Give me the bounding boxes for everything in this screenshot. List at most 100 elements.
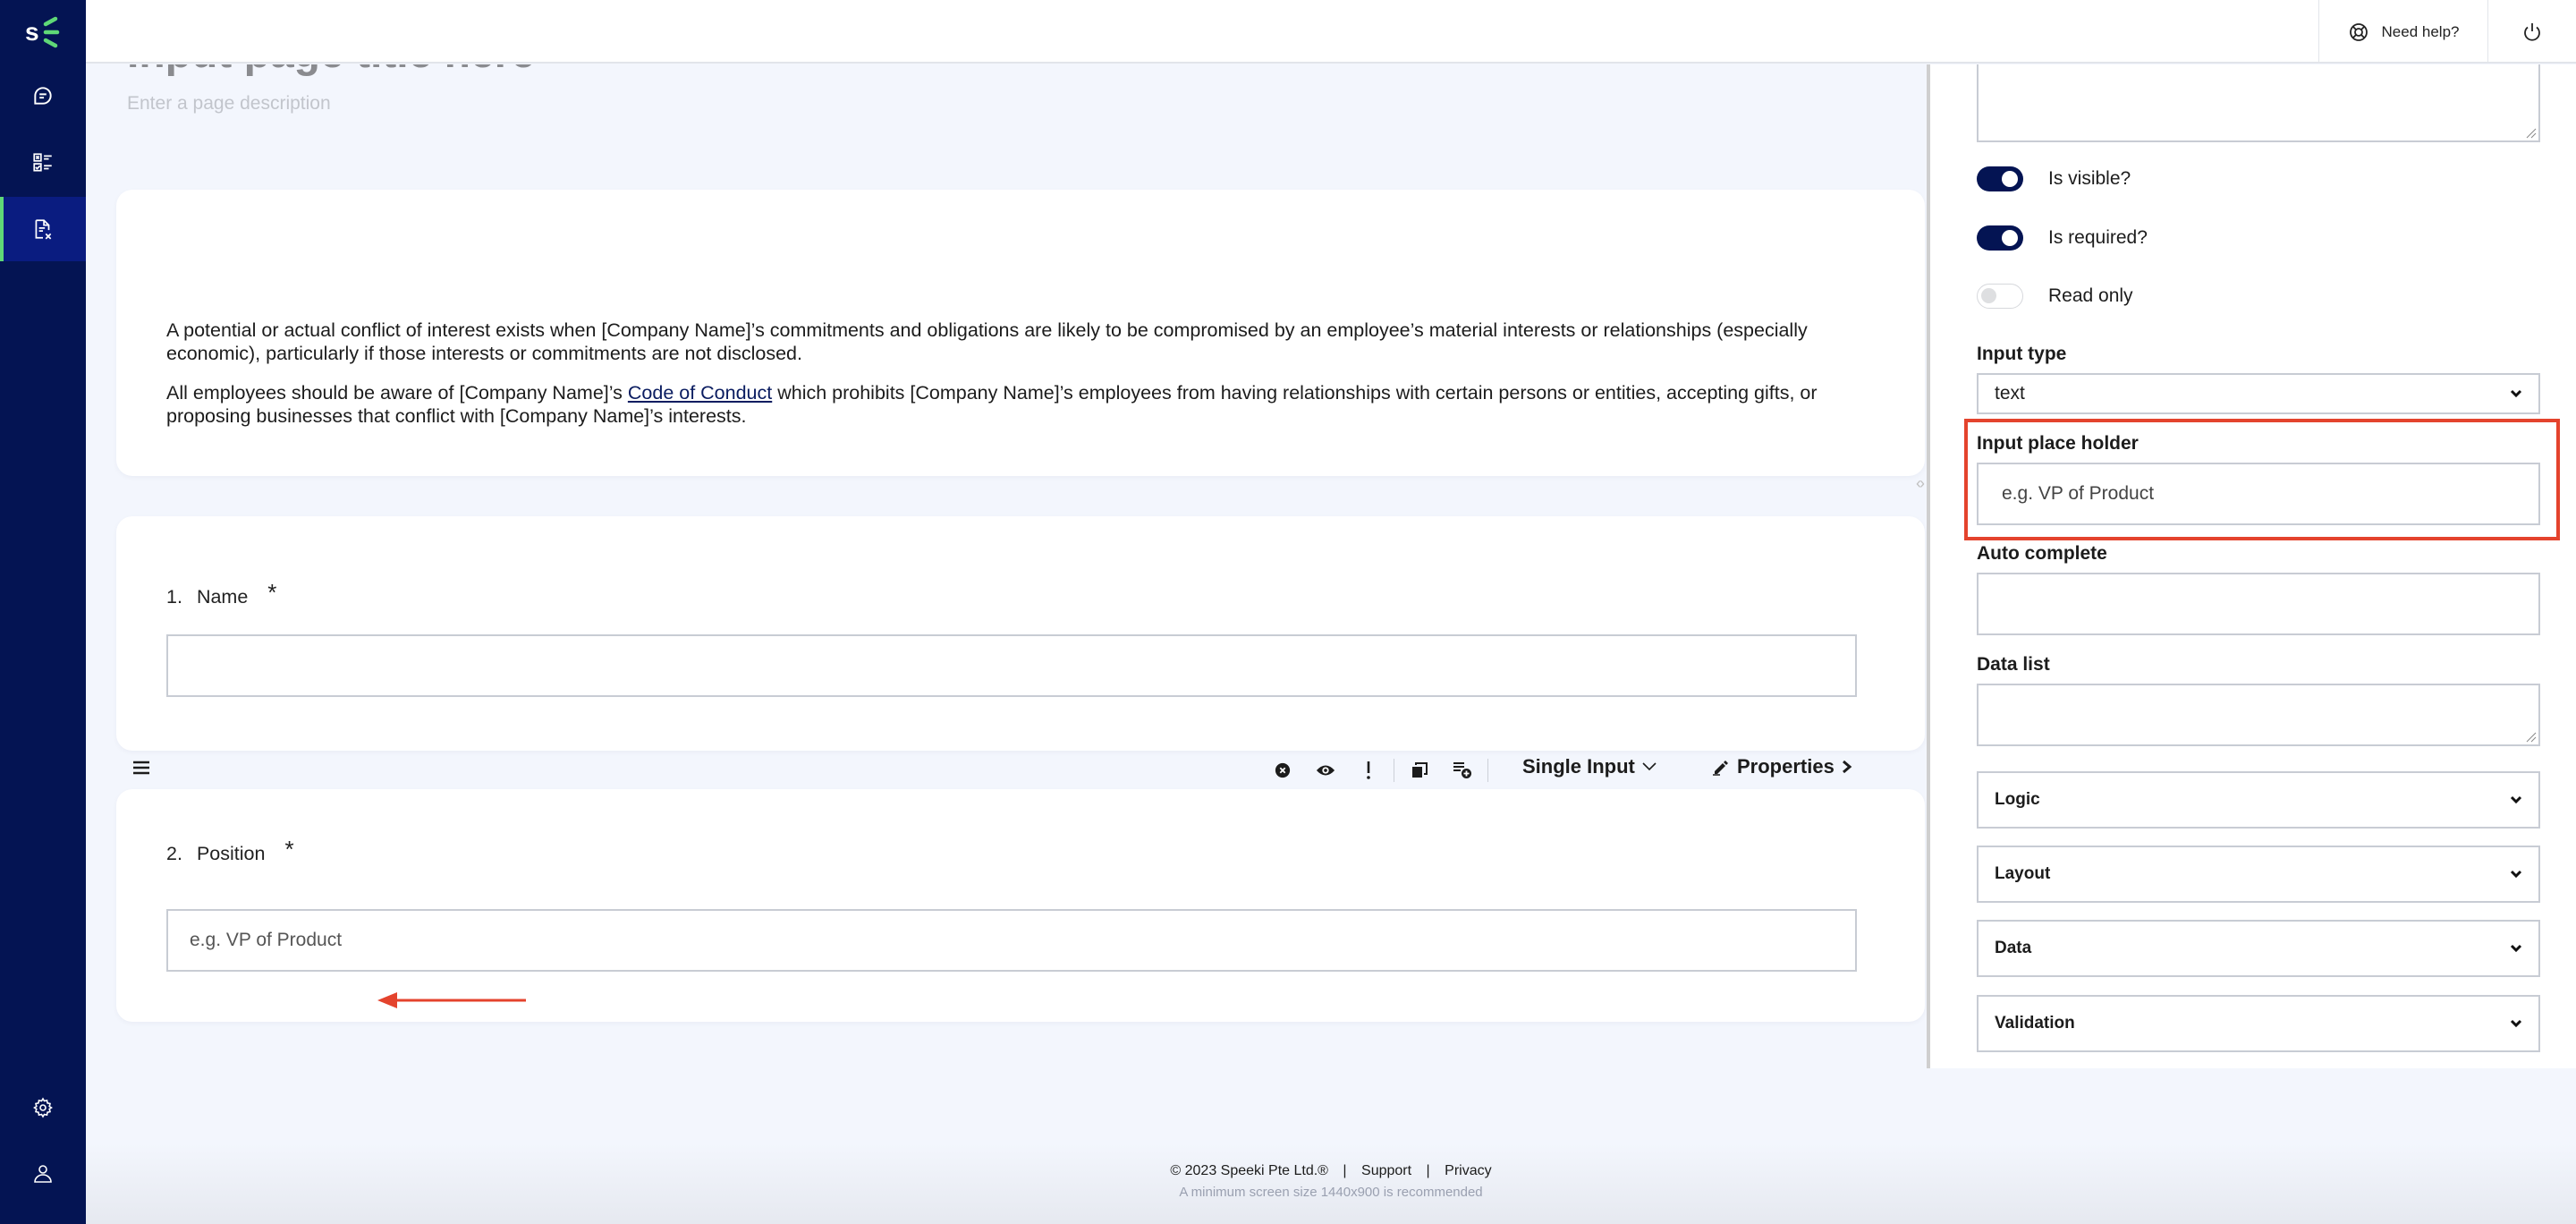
chevron-down-icon: [2510, 795, 2522, 804]
sidebar-item-settings[interactable]: [0, 1075, 86, 1140]
input-type-value: text: [1995, 383, 2025, 404]
question-title: Name: [196, 586, 249, 608]
topbar: [86, 0, 2576, 64]
toggle-is-visible: Is visible?: [1977, 166, 2131, 191]
footer-separator: |: [1426, 1163, 1430, 1178]
question-number: 2.: [166, 843, 182, 864]
privacy-link[interactable]: Privacy: [1445, 1163, 1491, 1178]
data-list-textarea[interactable]: [1977, 684, 2540, 746]
auto-complete-label: Auto complete: [1977, 543, 2107, 564]
input-type-label: Input type: [1977, 344, 2067, 364]
chevron-down-icon: [2510, 870, 2522, 879]
resize-grip-icon[interactable]: [2526, 128, 2537, 139]
lifebuoy-icon: [2349, 22, 2368, 41]
sidebar-item-chat[interactable]: [0, 64, 86, 128]
accordion-label: Validation: [1995, 1014, 2075, 1033]
accordion-data[interactable]: Data: [1977, 920, 2540, 977]
screen-size-note: A minimum screen size 1440x900 is recomm…: [1179, 1185, 1483, 1200]
question-label: 2. Position *: [166, 836, 294, 865]
need-help-button[interactable]: Need help?: [2318, 0, 2488, 64]
description-textarea[interactable]: [1977, 64, 2540, 142]
data-list-label: Data list: [1977, 654, 2050, 675]
svg-text:s: s: [25, 18, 39, 46]
user-icon: [34, 1165, 52, 1183]
input-placeholder-field[interactable]: e.g. VP of Product: [1977, 463, 2540, 525]
copyright-text: © 2023 Speeki Pte Ltd.®: [1170, 1163, 1328, 1178]
accordion-logic[interactable]: Logic: [1977, 771, 2540, 829]
chevron-right-icon: [1842, 760, 1852, 774]
toggle-label: Is required?: [2048, 227, 2148, 248]
intro-paragraph-2: All employees should be aware of [Compan…: [166, 381, 1875, 428]
toggle-label: Read only: [2048, 285, 2133, 306]
toggle-read-only: Read only: [1977, 284, 2133, 309]
question-card-position[interactable]: 2. Position * e.g. VP of Product: [116, 789, 1925, 1022]
visibility-icon[interactable]: [1304, 757, 1347, 784]
sidebar: s: [0, 0, 86, 1224]
question-toolbar: Single Input Properties: [116, 752, 1925, 789]
read-only-toggle[interactable]: [1977, 284, 2023, 309]
position-input[interactable]: e.g. VP of Product: [166, 909, 1857, 972]
intro-text-block[interactable]: A potential or actual conflict of intere…: [116, 190, 1925, 476]
question-type-dropdown[interactable]: Single Input: [1522, 755, 1657, 778]
resize-handle-icon[interactable]: ‹›: [1916, 474, 1925, 493]
annotation-arrow-icon: [377, 992, 526, 1008]
properties-button[interactable]: Properties: [1712, 755, 1852, 778]
accordion-layout[interactable]: Layout: [1977, 846, 2540, 903]
duplicate-icon[interactable]: [1398, 757, 1441, 784]
input-type-select[interactable]: text: [1977, 373, 2540, 414]
delete-icon[interactable]: [1261, 757, 1304, 784]
properties-label: Properties: [1737, 755, 1835, 778]
form-canvas: Input page title here Enter a page descr…: [86, 64, 1928, 1049]
intro-paragraph-1: A potential or actual conflict of intere…: [166, 319, 1808, 364]
is-required-toggle[interactable]: [1977, 225, 2023, 251]
required-asterisk: *: [284, 836, 294, 863]
question-title: Position: [196, 843, 266, 864]
chevron-down-icon: [1642, 762, 1657, 771]
auto-complete-field[interactable]: [1977, 573, 2540, 635]
chevron-down-icon: [2510, 1019, 2522, 1028]
drag-handle-icon[interactable]: [132, 761, 150, 779]
question-number: 1.: [166, 586, 182, 608]
chat-bubble-icon: [34, 87, 52, 105]
page-title[interactable]: Input page title here: [127, 64, 535, 78]
footer-separator: |: [1343, 1163, 1347, 1178]
toggle-label: Is visible?: [2048, 168, 2131, 189]
intro-paragraph-2-text: All employees should be aware of [Compan…: [166, 382, 628, 404]
question-type-label: Single Input: [1522, 755, 1635, 778]
chevron-down-icon: [2510, 389, 2522, 398]
toolbar-divider: [1487, 759, 1488, 782]
resize-grip-icon[interactable]: [2526, 732, 2537, 743]
name-input[interactable]: [166, 634, 1857, 697]
need-help-label: Need help?: [2381, 22, 2460, 40]
input-placeholder-label: Input place holder: [1977, 433, 2139, 454]
required-icon[interactable]: [1347, 757, 1390, 784]
pencil-icon: [1713, 761, 1728, 776]
footer: © 2023 Speeki Pte Ltd.® | Support | Priv…: [86, 1163, 2576, 1200]
required-asterisk: *: [267, 579, 277, 606]
chevron-down-icon: [2510, 944, 2522, 953]
logout-button[interactable]: [2488, 0, 2576, 64]
add-after-icon[interactable]: [1441, 757, 1484, 784]
sidebar-item-checklist[interactable]: [0, 131, 86, 195]
question-label: 1. Name *: [166, 579, 276, 608]
sidebar-item-profile[interactable]: [0, 1142, 86, 1206]
accordion-label: Layout: [1995, 864, 2051, 883]
page-description-input[interactable]: Enter a page description: [127, 93, 331, 115]
accordion-label: Logic: [1995, 790, 2040, 809]
toggle-is-required: Is required?: [1977, 225, 2148, 251]
accordion-label: Data: [1995, 939, 2032, 957]
logo-icon: s: [25, 16, 60, 48]
checklist-icon: [33, 153, 52, 172]
properties-panel: Is visible? Is required? Read only Input…: [1930, 64, 2576, 1068]
question-card-name[interactable]: 1. Name *: [116, 516, 1925, 751]
is-visible-toggle[interactable]: [1977, 166, 2023, 191]
power-icon: [2524, 22, 2540, 41]
footer-links: © 2023 Speeki Pte Ltd.® | Support | Priv…: [86, 1163, 2576, 1179]
sidebar-item-forms[interactable]: [0, 197, 86, 261]
code-of-conduct-link[interactable]: Code of Conduct: [628, 382, 772, 404]
support-link[interactable]: Support: [1361, 1163, 1411, 1178]
gear-icon: [33, 1097, 53, 1118]
accordion-validation[interactable]: Validation: [1977, 995, 2540, 1052]
speeki-logo[interactable]: s: [0, 0, 86, 63]
question-tool-icons: [1261, 757, 1492, 784]
